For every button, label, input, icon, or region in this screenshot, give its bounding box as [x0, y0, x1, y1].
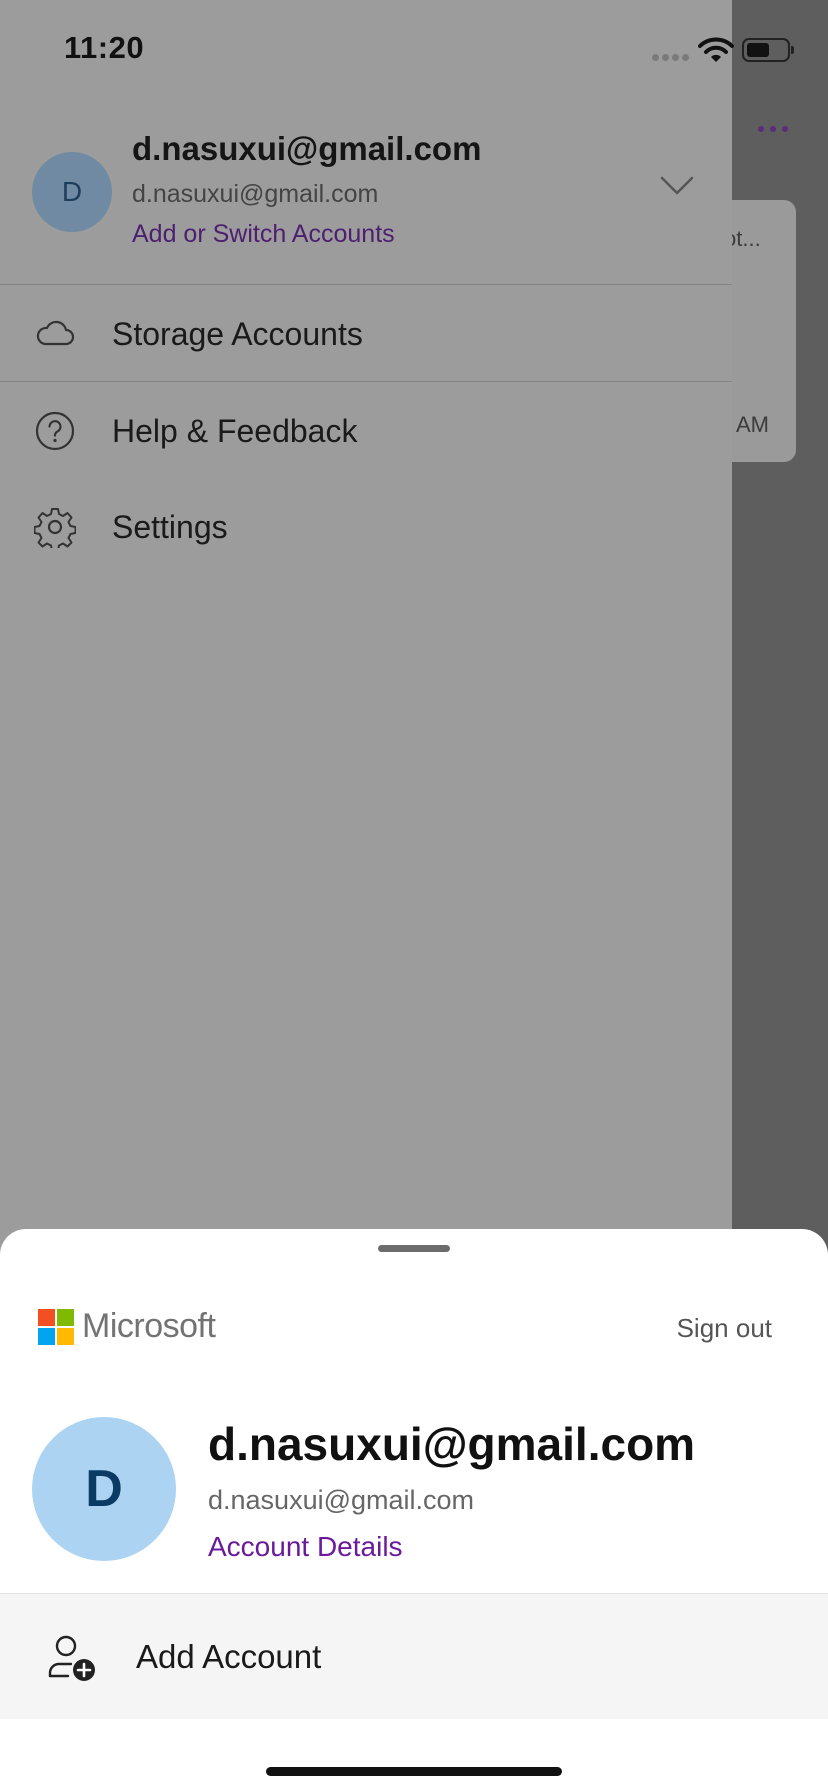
add-or-switch-accounts-link[interactable]: Add or Switch Accounts	[132, 220, 395, 249]
divider	[0, 284, 732, 285]
home-indicator[interactable]	[266, 1767, 562, 1776]
account-name: d.nasuxui@gmail.com	[208, 1418, 696, 1470]
menu-item-label: Storage Accounts	[112, 315, 363, 352]
drawer-account-header[interactable]: D d.nasuxui@gmail.com d.nasuxui@gmail.co…	[0, 120, 732, 284]
cloud-icon	[36, 320, 75, 346]
help-icon	[35, 411, 75, 451]
signal-icon	[652, 54, 689, 61]
menu-item-settings[interactable]: Settings	[0, 479, 732, 575]
menu-item-help-feedback[interactable]: Help & Feedback	[0, 383, 732, 479]
avatar: D	[32, 1417, 176, 1561]
menu-item-label: Settings	[112, 508, 228, 545]
wifi-icon	[698, 37, 734, 62]
status-bar: 11:20	[0, 0, 828, 100]
menu-item-storage-accounts[interactable]: Storage Accounts	[0, 286, 732, 382]
account-bottom-sheet: Microsoft Sign out D d.nasuxui@gmail.com…	[0, 1229, 828, 1792]
battery-icon	[742, 38, 794, 62]
account-email: d.nasuxui@gmail.com	[208, 1485, 475, 1515]
microsoft-logo-icon	[38, 1309, 74, 1345]
more-icon[interactable]	[758, 126, 788, 132]
chevron-down-icon[interactable]	[660, 176, 694, 196]
brand-name: Microsoft	[82, 1307, 216, 1345]
divider	[0, 381, 732, 382]
menu-item-label: Help & Feedback	[112, 412, 358, 449]
account-name: d.nasuxui@gmail.com	[132, 130, 482, 167]
add-account-label: Add Account	[136, 1638, 322, 1675]
sign-out-button[interactable]: Sign out	[677, 1313, 772, 1344]
gear-icon	[34, 508, 76, 548]
status-time: 11:20	[64, 30, 145, 65]
background-card-time: AM	[736, 412, 769, 437]
add-user-icon	[48, 1635, 95, 1681]
account-email: d.nasuxui@gmail.com	[132, 180, 379, 208]
account-details-link[interactable]: Account Details	[208, 1531, 403, 1563]
add-account-button[interactable]: Add Account	[0, 1593, 828, 1719]
sheet-grabber[interactable]	[378, 1245, 450, 1252]
avatar[interactable]: D	[32, 152, 112, 232]
